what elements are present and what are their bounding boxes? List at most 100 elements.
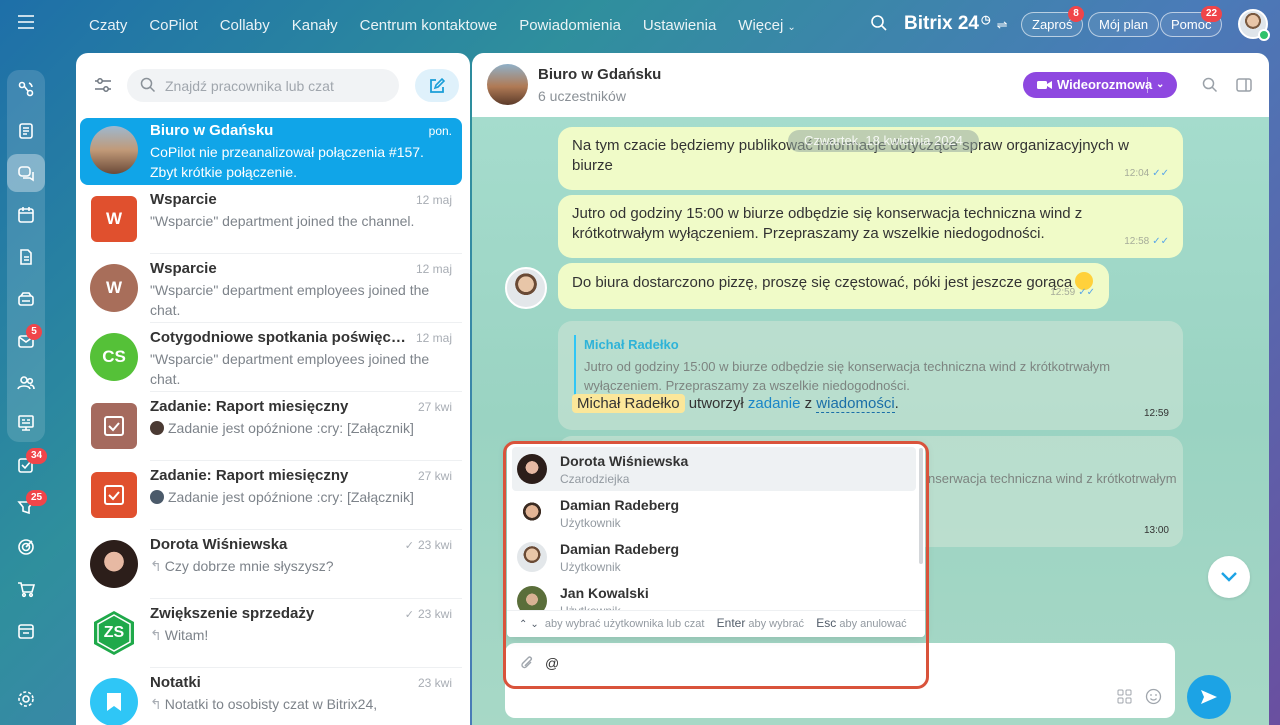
- chat-date: ✓ 23 kwi: [405, 538, 452, 552]
- online-status-icon: [1258, 29, 1270, 41]
- connector-text: z: [804, 395, 813, 412]
- my-plan-button[interactable]: Mój plan: [1088, 12, 1160, 37]
- divider: [150, 460, 462, 461]
- chat-preview: Zadanie jest opóźnione :cry: [Załącznik]: [150, 488, 440, 508]
- shop-cart-icon[interactable]: [7, 570, 45, 608]
- chat-preview: CoPilot nie przeanalizował połączenia #1…: [150, 144, 424, 180]
- nav-channels[interactable]: Kanały: [281, 17, 349, 34]
- nav-notifications[interactable]: Powiadomienia: [508, 17, 632, 34]
- task-link[interactable]: zadanie: [748, 395, 801, 412]
- new-chat-button[interactable]: [415, 69, 459, 102]
- chat-date: 23 kwi: [417, 676, 452, 690]
- read-ticks-icon: ✓✓: [1152, 236, 1169, 247]
- search-icon[interactable]: [870, 14, 890, 34]
- apps-grid-icon[interactable]: [1117, 689, 1132, 704]
- chat-title[interactable]: Biuro w Gdańsku: [538, 66, 661, 83]
- search-input[interactable]: [165, 69, 385, 102]
- user-avatar[interactable]: [1238, 9, 1270, 41]
- calendar-icon[interactable]: [7, 196, 45, 234]
- nav-settings[interactable]: Ustawienia: [632, 17, 727, 34]
- divider: [150, 253, 462, 254]
- chat-item[interactable]: Dorota Wiśniewska ✓ 23 kwi ↰ Czy dobrze mn…: [80, 532, 462, 599]
- chevron-down-icon[interactable]: ⌄: [1156, 72, 1164, 98]
- chat-item[interactable]: Biuro w Gdańsku pon. CoPilot nie przeana…: [80, 118, 462, 185]
- source-message-link[interactable]: wiadomości: [816, 395, 895, 413]
- sender-avatar[interactable]: [505, 267, 547, 309]
- reply-arrow-icon: ↰: [150, 696, 162, 712]
- participants-count[interactable]: 6 uczestników: [538, 88, 626, 104]
- chat-date: ✓ 23 kwi: [405, 607, 452, 621]
- quoted-message[interactable]: Michał Radełko Jutro od godziny 15:00 w …: [574, 335, 1164, 395]
- menu-icon[interactable]: [16, 14, 36, 34]
- chat-title: Wsparcie: [150, 191, 217, 208]
- task-avatar: [91, 403, 137, 449]
- mail-count-badge: 5: [26, 324, 42, 340]
- sidebar-toggle-icon[interactable]: [1236, 77, 1252, 93]
- nav-copilot[interactable]: CoPilot: [138, 17, 208, 34]
- sites-icon[interactable]: [7, 612, 45, 650]
- message-time: 12:59 ✓✓: [1050, 283, 1095, 303]
- documents-icon[interactable]: [7, 238, 45, 276]
- news-icon[interactable]: [7, 112, 45, 150]
- message-time-text: 12:04: [1124, 168, 1150, 179]
- main-nav: Czaty CoPilot Collaby Kanały Centrum kon…: [78, 0, 807, 50]
- quote-author: Michał Radełko: [584, 337, 679, 352]
- chat-item[interactable]: W Wsparcie 12 maj "Wsparcie" department …: [80, 187, 462, 254]
- bookmark-icon: [107, 693, 121, 711]
- message-bubble[interactable]: Do biura dostarczono pizzę, proszę się c…: [558, 263, 1109, 309]
- send-button[interactable]: [1187, 675, 1231, 719]
- message-bubble[interactable]: Jutro od godziny 15:00 w biurze odbędzie…: [558, 195, 1183, 258]
- filter-sliders-icon[interactable]: [93, 75, 113, 95]
- chat-item[interactable]: CS Cotygodniowe spotkania poświęcon... 1…: [80, 325, 462, 392]
- board-icon[interactable]: [7, 404, 45, 442]
- chat-preview-text: Witam!: [164, 627, 209, 643]
- chats-icon[interactable]: [7, 154, 45, 192]
- chat-title: Zadanie: Raport miesięczny: [150, 398, 349, 415]
- tasks-count-badge: 34: [26, 448, 48, 464]
- divider: [150, 598, 462, 599]
- divider: [150, 391, 462, 392]
- chat-preview-text: Czy dobrze mnie słyszysz?: [164, 558, 334, 574]
- chat-preview: "Wsparcie" department employees joined t…: [150, 282, 430, 318]
- chat-title: Dorota Wiśniewska: [150, 536, 288, 553]
- nav-chats[interactable]: Czaty: [78, 17, 138, 34]
- chat-header: Biuro w Gdańsku 6 uczestników Wideorozmo…: [472, 53, 1269, 117]
- my-plan-label: Mój plan: [1099, 17, 1149, 32]
- feed-icon[interactable]: [7, 70, 45, 108]
- reply-arrow-icon: ↰: [150, 627, 162, 643]
- top-navigation-bar: Czaty CoPilot Collaby Kanały Centrum kon…: [0, 0, 1280, 50]
- read-check-icon: ✓: [404, 540, 414, 552]
- chat-search[interactable]: [127, 69, 399, 102]
- nav-collaby[interactable]: Collaby: [209, 17, 281, 34]
- drive-icon[interactable]: [7, 280, 45, 318]
- nav-contact-center[interactable]: Centrum kontaktowe: [349, 17, 509, 34]
- goals-icon[interactable]: [7, 528, 45, 566]
- emoji-icon[interactable]: [1145, 688, 1162, 705]
- settings-sliders-icon[interactable]: ⇌: [997, 17, 1008, 32]
- nav-more[interactable]: Więcej ⌄: [727, 17, 806, 34]
- chat-item[interactable]: ZS Zwiększenie sprzedaży ✓ 23 kwi ↰ Witam!: [80, 601, 462, 668]
- chat-item[interactable]: W Wsparcie 12 maj "Wsparcie" department …: [80, 256, 462, 323]
- search-icon[interactable]: [1202, 77, 1218, 93]
- employees-icon[interactable]: [7, 364, 45, 402]
- chat-avatar: [90, 126, 138, 174]
- chat-avatar[interactable]: [487, 64, 528, 105]
- brand-logo[interactable]: Bitrix 24 ◷ ⇌: [904, 13, 1008, 35]
- video-call-button[interactable]: Wideorozmowa ⌄: [1023, 72, 1177, 98]
- chat-date: 27 kwi: [417, 400, 452, 414]
- chat-avatar: [90, 678, 138, 725]
- user-mention[interactable]: Michał Radełko: [572, 394, 685, 413]
- nav-more-label: Więcej: [738, 16, 784, 34]
- task-created-line: Michał Radełko utworzył zadanie z wiadom…: [572, 394, 899, 414]
- system-message[interactable]: Michał Radełko Jutro od godziny 15:00 w …: [558, 321, 1183, 430]
- chevron-down-icon: ⌄: [787, 21, 796, 33]
- chat-item[interactable]: Zadanie: Raport miesięczny 27 kwi Zadani…: [80, 463, 462, 530]
- sender-avatar: [150, 421, 164, 435]
- task-check-icon: [104, 416, 124, 436]
- brand-number: 24: [957, 13, 979, 34]
- message-time: 12:58 ✓✓: [1124, 232, 1169, 252]
- scroll-to-bottom-button[interactable]: [1208, 556, 1250, 598]
- chat-item[interactable]: Notatki 23 kwi ↰ Notatki to osobisty czat…: [80, 670, 462, 725]
- chat-item[interactable]: Zadanie: Raport miesięczny 27 kwi Zadani…: [80, 394, 462, 461]
- settings-gear-icon[interactable]: [7, 680, 45, 718]
